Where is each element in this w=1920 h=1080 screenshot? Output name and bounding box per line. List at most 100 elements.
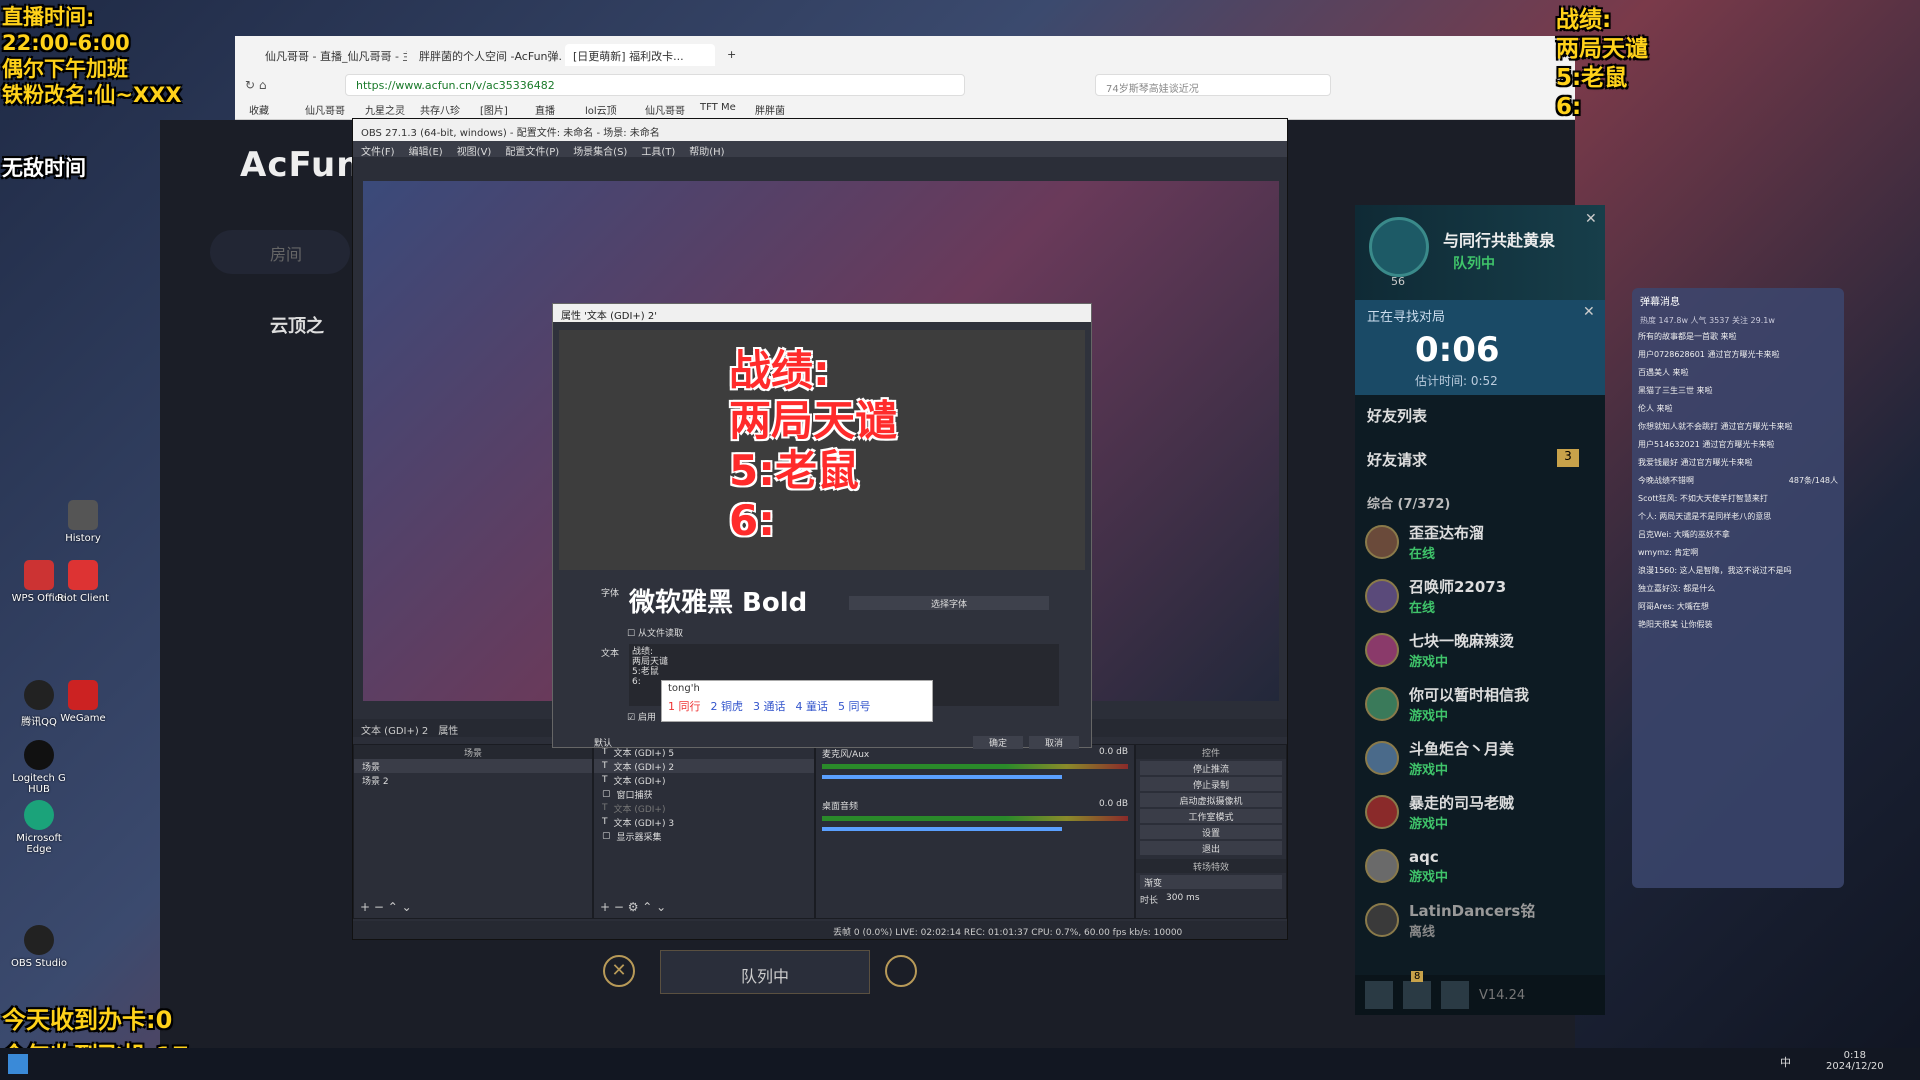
bookmark[interactable]: 收藏	[249, 102, 269, 117]
enable-checkbox[interactable]: ☑ 启用	[627, 710, 656, 723]
new-tab-button[interactable]: +	[719, 44, 741, 66]
exit-button[interactable]: 退出	[1140, 841, 1282, 855]
bookmark[interactable]: 共存八珍	[420, 102, 460, 117]
messages-icon[interactable]: 8	[1403, 971, 1431, 1009]
friend-item[interactable]: 歪歪达布溜 在线	[1355, 515, 1605, 569]
close-icon[interactable]: ✕	[1585, 211, 1597, 227]
chat-stats: 热度 147.8w 人气 3537 关注 29.1w	[1640, 316, 1775, 325]
bookmark[interactable]: 仙凡哥哥	[645, 102, 685, 117]
desktop-icon-history[interactable]: History	[48, 500, 118, 544]
virtual-camera-button[interactable]: 启动虚拟摄像机	[1140, 793, 1282, 807]
menu-profile[interactable]: 配置文件(P)	[505, 143, 559, 158]
bookmark[interactable]: 仙凡哥哥	[305, 102, 345, 117]
source-item[interactable]: T 文本 (GDI+)	[594, 773, 814, 787]
duration-input[interactable]: 300 ms	[1166, 893, 1200, 906]
url-bar[interactable]: https://www.acfun.cn/v/ac35336482	[345, 74, 965, 96]
desktop-icon-riot[interactable]: Riot Client	[48, 560, 118, 604]
ime-candidate[interactable]: 3 通话	[753, 698, 786, 714]
queue-timer: 0:06	[1415, 330, 1500, 370]
ime-candidate[interactable]: 4 童话	[796, 698, 829, 714]
source-label: 显示器采集	[616, 832, 662, 843]
desktop-icon-ghub[interactable]: Logitech G HUB	[4, 740, 74, 795]
avatar[interactable]	[1369, 217, 1429, 277]
desktop-icon-label: History	[65, 533, 101, 544]
volume-slider[interactable]	[822, 827, 1062, 831]
menu-file[interactable]: 文件(F)	[361, 143, 395, 158]
friend-item[interactable]: 七块一晚麻辣烫 游戏中	[1355, 623, 1605, 677]
menu-edit[interactable]: 编辑(E)	[409, 143, 443, 158]
stop-streaming-button[interactable]: 停止推流	[1140, 761, 1282, 775]
menu-tools[interactable]: 工具(T)	[641, 143, 675, 158]
scene-item[interactable]: 场景 2	[354, 773, 592, 787]
source-add-remove-icons[interactable]: + − ⚙ ⌃ ⌄	[600, 900, 666, 914]
chat-icon[interactable]	[1365, 981, 1393, 1009]
friend-requests[interactable]: 好友请求	[1367, 449, 1427, 470]
menu-help[interactable]: 帮助(H)	[689, 143, 724, 158]
clock[interactable]: 0:18 2024/12/20	[1826, 1050, 1884, 1072]
ime-candidate[interactable]: 2 铜虎	[711, 698, 744, 714]
ime-candidate[interactable]: 1 同行	[668, 698, 701, 714]
studio-mode-button[interactable]: 工作室模式	[1140, 809, 1282, 823]
cancel-queue-icon[interactable]: ✕	[603, 955, 635, 987]
reload-icon[interactable]: ↻ ⌂	[245, 78, 267, 92]
ime-candidate[interactable]: 5 同号	[838, 698, 871, 714]
scene-add-remove-icons[interactable]: + − ⌃ ⌄	[360, 900, 412, 914]
source-item[interactable]: T 文本 (GDI+)	[594, 801, 814, 815]
ime-indicator[interactable]: 中	[1780, 1054, 1791, 1070]
desktop-icon-label: Riot Client	[57, 593, 109, 604]
bookmark[interactable]: 胖胖菌	[755, 102, 785, 117]
desktop-icon-wegame[interactable]: WeGame	[48, 680, 118, 724]
from-file-label: 从文件读取	[637, 629, 683, 639]
chat-message: 我爱钱最好 通过官方曝光卡来啦	[1638, 458, 1753, 467]
source-item[interactable]: ▢ 显示器采集	[594, 829, 814, 843]
party-icon[interactable]	[885, 955, 917, 987]
source-item[interactable]: T 文本 (GDI+) 2	[594, 759, 814, 773]
defaults-button[interactable]: 默认	[573, 736, 633, 749]
desktop-icon-edge[interactable]: Microsoft Edge	[4, 800, 74, 855]
properties-dialog: 属性 '文本 (GDI+) 2' 战绩: 两局天谴 5:老鼠 6: 字体 微软雅…	[552, 303, 1092, 749]
friend-item[interactable]: 你可以暂时相信我 游戏中	[1355, 677, 1605, 731]
queue-button[interactable]: 队列中	[660, 950, 870, 994]
overlay-line: 22:00-6:00	[2, 31, 130, 55]
menu-view[interactable]: 视图(V)	[457, 143, 492, 158]
friend-item[interactable]: aqc 游戏中	[1355, 839, 1605, 893]
browser-tab[interactable]: 仙凡哥哥 - 直播_仙凡哥哥 - 主...	[257, 44, 407, 66]
browser-search[interactable]: 74岁斯琴高娃谈近况	[1095, 74, 1331, 96]
volume-slider[interactable]	[822, 775, 1062, 779]
desktop-icon-obs[interactable]: OBS Studio	[4, 925, 74, 969]
friend-status: 游戏中	[1409, 709, 1449, 724]
friend-status: 游戏中	[1409, 655, 1449, 670]
friend-group[interactable]: 综合 (7/372)	[1367, 493, 1450, 512]
close-search-icon[interactable]: ✕	[1583, 304, 1595, 320]
transition-select[interactable]: 渐变	[1140, 875, 1282, 889]
clock-time: 0:18	[1843, 1050, 1867, 1061]
voice-icon[interactable]	[1441, 981, 1469, 1009]
browser-tab-active[interactable]: [日更萌新] 福利改卡...	[565, 44, 715, 66]
from-file-checkbox[interactable]: ☐ 从文件读取	[627, 626, 683, 639]
bookmark[interactable]: 直播	[535, 102, 555, 117]
settings-button[interactable]: 设置	[1140, 825, 1282, 839]
ok-button[interactable]: 确定	[973, 736, 1023, 749]
friend-item[interactable]: 召唤师22073 在线	[1355, 569, 1605, 623]
avatar	[1365, 903, 1399, 937]
friend-item[interactable]: LatinDancers铭 离线	[1355, 893, 1605, 947]
source-item[interactable]: T 文本 (GDI+) 3	[594, 815, 814, 829]
friend-status: 游戏中	[1409, 763, 1449, 778]
browser-tab[interactable]: 胖胖菌的个人空间 -AcFun弹...	[411, 44, 561, 66]
choose-font-button[interactable]: 选择字体	[849, 596, 1049, 610]
scene-item[interactable]: 场景	[354, 759, 592, 773]
menu-scene-collection[interactable]: 场景集合(S)	[573, 143, 627, 158]
bookmark[interactable]: TFT Me	[700, 102, 736, 113]
cancel-button[interactable]: 取消	[1029, 736, 1079, 749]
friend-item[interactable]: 斗鱼炬合丶月美 游戏中	[1355, 731, 1605, 785]
properties-button[interactable]: 属性	[438, 722, 458, 737]
friend-name: 歪歪达布溜	[1409, 524, 1485, 542]
bookmark[interactable]: lol云顶	[585, 102, 617, 117]
source-item[interactable]: ▢ 窗口捕获	[594, 787, 814, 801]
start-icon[interactable]	[8, 1054, 28, 1074]
stop-recording-button[interactable]: 停止录制	[1140, 777, 1282, 791]
bookmark[interactable]: [图片]	[480, 102, 508, 117]
friend-item[interactable]: 暴走的司马老贼 游戏中	[1355, 785, 1605, 839]
room-tab[interactable]: 房间	[210, 230, 350, 274]
bookmark[interactable]: 九星之灵	[365, 102, 405, 117]
